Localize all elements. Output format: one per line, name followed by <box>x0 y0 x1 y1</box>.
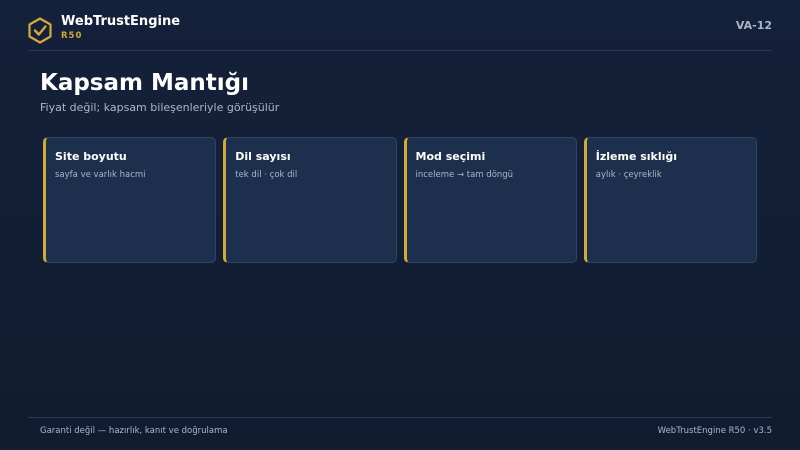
card-title: Site boyutu <box>55 150 127 163</box>
brand-subtitle: R50 <box>61 31 83 41</box>
page-title: Kapsam Mantığı <box>40 70 249 96</box>
card-site-size: Site boyutu sayfa ve varlık hacmi <box>43 137 217 263</box>
card-mode-selection: Mod seçimi inceleme → tam döngü <box>403 137 577 263</box>
scope-cards: Site boyutu sayfa ve varlık hacmi Dil sa… <box>43 137 757 263</box>
card-language-count: Dil sayısı tek dil · çok dil <box>223 137 397 263</box>
footer: Garanti değil — hazırlık, kanıt ve doğru… <box>28 417 772 450</box>
footer-version: WebTrustEngine R50 · v3.5 <box>657 426 772 436</box>
slide-code: VA-12 <box>735 19 772 32</box>
card-title: Mod seçimi <box>415 150 486 163</box>
card-monitoring-frequency: İzleme sıklığı aylık · çeyreklik <box>583 137 757 263</box>
footer-disclaimer: Garanti değil — hazırlık, kanıt ve doğru… <box>40 426 228 436</box>
card-description: aylık · çeyreklik <box>595 170 662 180</box>
card-description: inceleme → tam döngü <box>415 170 514 180</box>
brand-name: WebTrustEngine <box>61 14 181 29</box>
shield-check-icon <box>28 17 52 44</box>
header: WebTrustEngine R50 VA-12 <box>28 0 772 51</box>
card-description: sayfa ve varlık hacmi <box>55 170 146 180</box>
card-description: tek dil · çok dil <box>235 170 298 180</box>
card-title: İzleme sıklığı <box>595 150 678 163</box>
card-title: Dil sayısı <box>235 150 291 163</box>
page-subtitle: Fiyat değil; kapsam bileşenleriyle görüş… <box>40 101 280 114</box>
